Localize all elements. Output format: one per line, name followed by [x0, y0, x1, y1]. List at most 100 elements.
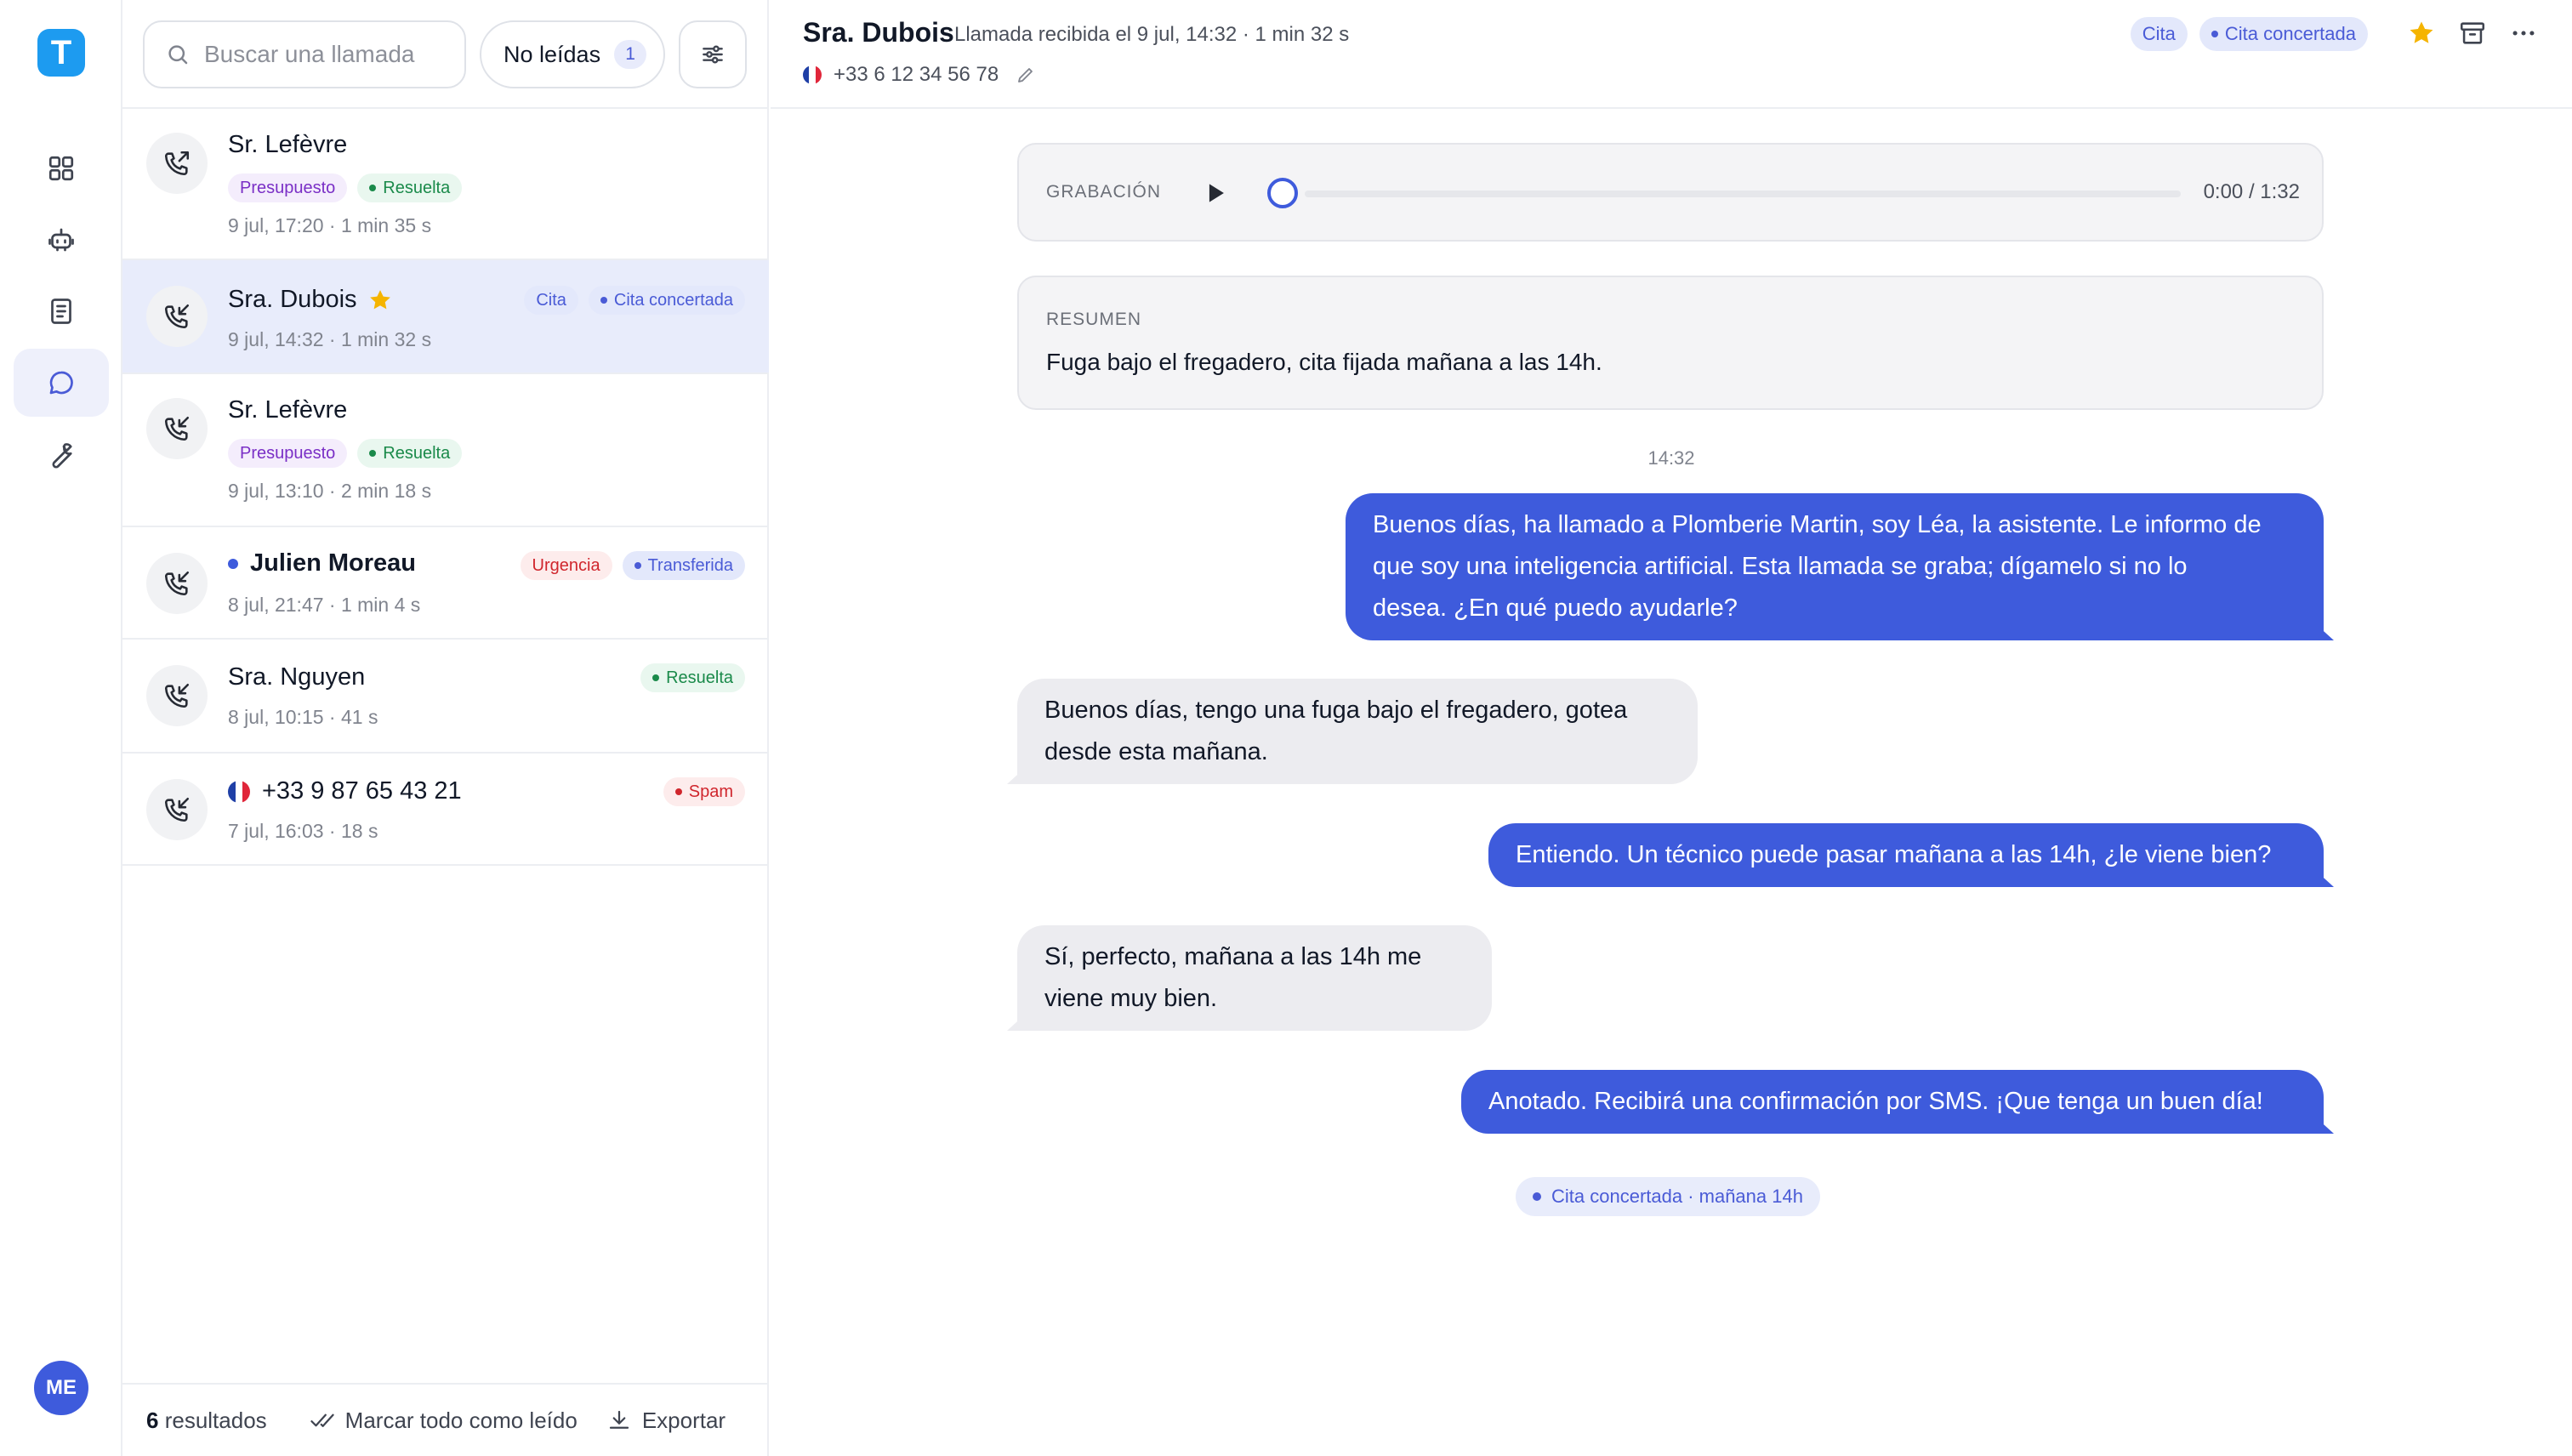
user-avatar[interactable]: ME [34, 1361, 88, 1415]
caller-name: Sra. Nguyen [228, 663, 366, 691]
caller-name-row: Sra. Dubois [228, 286, 393, 314]
time-separator: 14:32 [1647, 447, 1695, 469]
caller-message: Sí, perfecto, mañana a las 14h me viene … [1007, 925, 1492, 1031]
recording-progress-track[interactable] [1305, 191, 2181, 197]
list-toolbar: No leídas 1 [122, 0, 769, 109]
nav-conversations[interactable] [14, 349, 109, 417]
nav-knowledge[interactable] [14, 277, 109, 345]
agent-message: Entiendo. Un técnico puede pasar mañana … [1488, 823, 2334, 887]
mark-all-read-label: Marcar todo como leído [344, 1407, 578, 1433]
search-input[interactable] [204, 41, 417, 68]
unread-filter-button[interactable]: No leídas 1 [480, 20, 665, 88]
tag-presupuesto: Presupuesto [228, 439, 348, 468]
phone-row: +33 6 12 34 56 78 [803, 63, 1036, 87]
unread-filter-label: No leídas [504, 41, 601, 67]
tag-cita-concertada[interactable]: Cita concertada [2199, 17, 2368, 51]
call-list-panel: No leídas 1 Sr. Lefèvre Presupuesto Resu… [122, 0, 769, 1456]
star-icon[interactable] [367, 287, 393, 313]
play-icon[interactable] [1201, 179, 1230, 208]
caller-name: Sr. Lefèvre [228, 396, 348, 424]
double-check-icon [310, 1408, 345, 1433]
filter-settings-button[interactable] [679, 20, 747, 88]
agent-message: Buenos días, ha llamado a Plomberie Mart… [1346, 493, 2334, 640]
chat-bubble-icon [46, 367, 77, 398]
tag-transferida: Transferida [622, 551, 745, 580]
incoming-call-icon [146, 398, 208, 459]
agent-message: Anotado. Recibirá una confirmación por S… [1461, 1070, 2334, 1134]
incoming-call-icon [146, 286, 208, 347]
tag-resuelta: Resuelta [357, 439, 463, 468]
tag-resuelta: Resuelta [640, 663, 745, 692]
search-icon [165, 42, 191, 67]
list-footer: 6 resultados Marcar todo como leído Expo… [122, 1383, 769, 1456]
header-tags: Cita Cita concertada [2130, 17, 2368, 51]
summary-text: Fuga bajo el fregadero, cita fijada maña… [1046, 349, 1602, 375]
summary-card: RESUMEN Fuga bajo el fregadero, cita fij… [1017, 276, 2324, 410]
caller-name: Sr. Lefèvre [228, 131, 348, 158]
mark-all-read-button[interactable]: Marcar todo como leído [310, 1408, 578, 1434]
call-row[interactable]: Sr. Lefèvre Presupuesto Resuelta 9 jul, … [122, 374, 769, 527]
tag-urgencia: Urgencia [520, 551, 612, 580]
robot-icon [46, 225, 77, 255]
call-meta: 8 jul, 10:15 · 41 s [228, 706, 378, 728]
search-box[interactable] [143, 20, 466, 88]
wrench-icon [46, 439, 77, 469]
archive-icon[interactable] [2458, 19, 2487, 48]
phone-number: +33 6 12 34 56 78 [834, 63, 999, 86]
nav-rail: T ME [0, 0, 122, 1456]
tag-resuelta: Resuelta [357, 173, 463, 202]
call-row-selected[interactable]: Sra. Dubois Cita Cita concertada 9 jul, … [122, 260, 769, 374]
more-options-icon[interactable] [2509, 19, 2538, 48]
header-actions [2407, 19, 2538, 48]
outgoing-call-icon [146, 133, 208, 194]
detail-header: Sra. Dubois Llamada recibida el 9 jul, 1… [771, 0, 2572, 109]
tag-cita-concertada: Cita concertada [588, 286, 745, 315]
tag-presupuesto: Presupuesto [228, 173, 348, 202]
caller-name: Sra. Dubois [228, 286, 357, 313]
call-row[interactable]: Sra. Nguyen Resuelta 8 jul, 10:15 · 41 s [122, 640, 769, 754]
book-icon [46, 296, 77, 327]
call-detail-panel: Sra. Dubois Llamada recibida el 9 jul, 1… [771, 0, 2572, 1456]
incoming-call-icon [146, 779, 208, 840]
star-icon[interactable] [2407, 19, 2436, 48]
summary-label: RESUMEN [1046, 310, 1142, 329]
tag-spam: Spam [663, 777, 745, 806]
call-meta: 7 jul, 16:03 · 18 s [228, 820, 378, 842]
nav-tools[interactable] [14, 420, 109, 488]
recording-player: GRABACIÓN 0:00 / 1:32 [1017, 143, 2324, 242]
tag-cita: Cita [524, 286, 578, 315]
call-row[interactable]: +33 9 87 65 43 21 Spam 7 jul, 16:03 · 18… [122, 754, 769, 866]
recording-scrubber[interactable] [1267, 178, 1298, 208]
recording-label: GRABACIÓN [1046, 182, 1162, 202]
recording-time: 0:00 / 1:32 [2203, 180, 2300, 203]
caller-name-row: +33 9 87 65 43 21 [228, 777, 462, 805]
tag-cita[interactable]: Cita [2130, 17, 2188, 51]
nav-assistant[interactable] [14, 206, 109, 274]
call-meta: 9 jul, 17:20 · 1 min 35 s [228, 214, 432, 236]
unread-indicator [228, 558, 238, 569]
caller-name: Julien Moreau [250, 549, 416, 577]
caller-name-row: Julien Moreau [228, 549, 416, 577]
app-logo[interactable]: T [37, 29, 85, 77]
france-flag-icon [803, 65, 822, 84]
call-subtitle: Llamada recibida el 9 jul, 14:32 · 1 min… [954, 23, 1350, 46]
results-count: 6 resultados [146, 1407, 267, 1433]
call-meta: 9 jul, 14:32 · 1 min 32 s [228, 328, 432, 350]
call-meta: 9 jul, 13:10 · 2 min 18 s [228, 480, 432, 502]
outcome-badge: Cita concertada · mañana 14h [1516, 1177, 1820, 1216]
export-label: Exportar [641, 1407, 726, 1433]
unread-count-badge: 1 [614, 40, 647, 69]
pencil-icon[interactable] [1016, 65, 1036, 85]
nav-dashboard[interactable] [14, 134, 109, 202]
incoming-call-icon [146, 665, 208, 726]
caller-name: +33 9 87 65 43 21 [262, 777, 462, 805]
export-button[interactable]: Exportar [606, 1408, 726, 1434]
sliders-icon [699, 41, 726, 68]
contact-name: Sra. Dubois [803, 17, 954, 48]
caller-message: Buenos días, tengo una fuga bajo el freg… [1007, 679, 1698, 784]
call-row-unread[interactable]: Julien Moreau Urgencia Transferida 8 jul… [122, 527, 769, 640]
france-flag-icon [228, 780, 250, 803]
call-meta: 8 jul, 21:47 · 1 min 4 s [228, 594, 421, 616]
call-row[interactable]: Sr. Lefèvre Presupuesto Resuelta 9 jul, … [122, 109, 769, 260]
incoming-call-icon [146, 553, 208, 614]
